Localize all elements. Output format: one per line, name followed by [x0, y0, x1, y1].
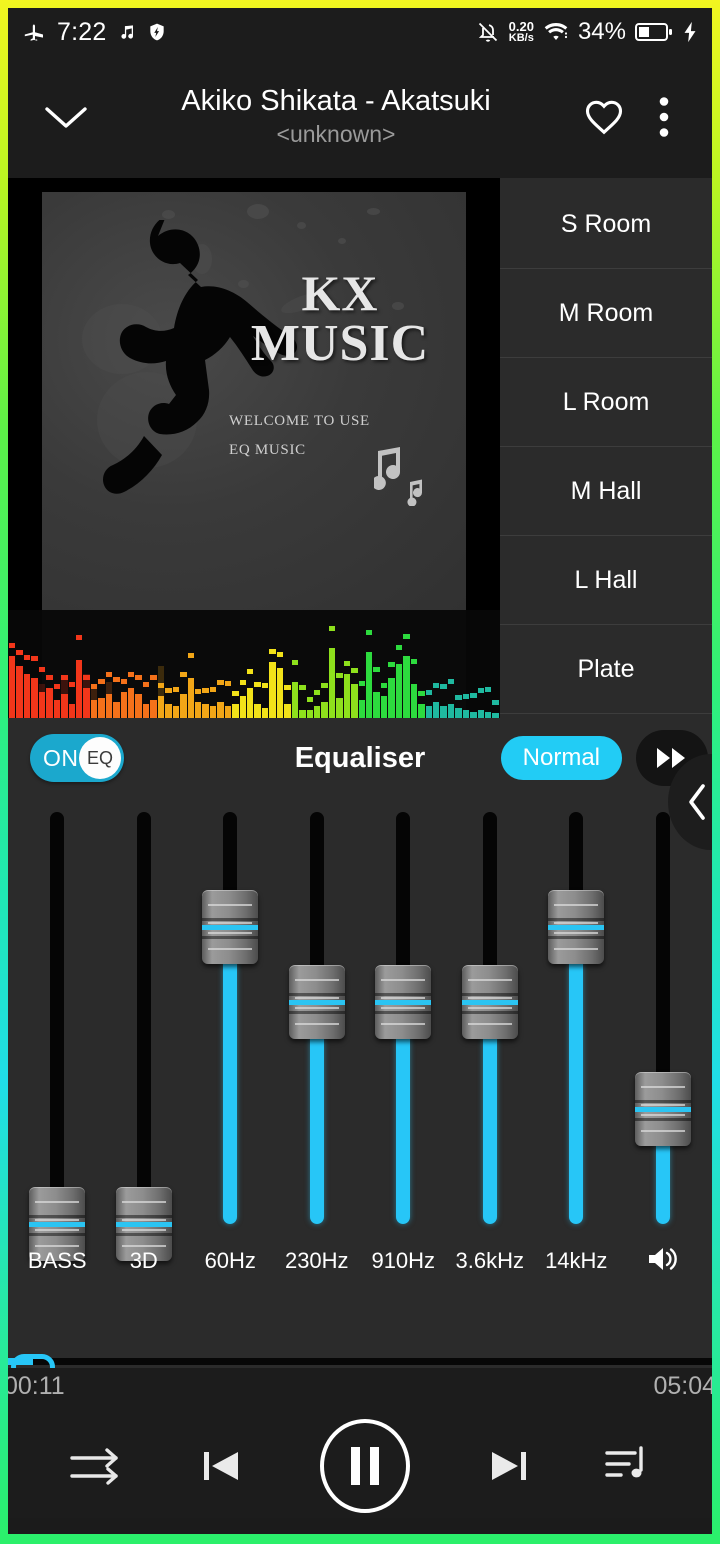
fader-910hz[interactable]: 910Hz: [360, 798, 447, 1290]
eq-power-toggle[interactable]: ON EQ: [30, 734, 124, 782]
more-vertical-icon: [659, 96, 669, 138]
fader-thumb[interactable]: [461, 965, 518, 1039]
fader-label: 60Hz: [204, 1248, 256, 1273]
preset-label: L Room: [562, 387, 650, 416]
collapse-button[interactable]: [34, 100, 98, 134]
fader-3-6khz[interactable]: 3.6kHz: [447, 798, 534, 1290]
preset-label: L Hall: [574, 565, 638, 594]
speaker-icon: [620, 1244, 707, 1280]
page-title: Akiko Shikata - Akatsuki: [181, 85, 491, 117]
fader-fill: [223, 927, 238, 1224]
album-art-area[interactable]: KX MUSIC WELCOME TO USE EQ MUSIC: [8, 178, 500, 718]
phone-bezel: 7:22 0.20 KB/s 34% Akiko Shikata - Akats…: [0, 0, 720, 1544]
visualizer-bars: [8, 610, 500, 718]
playlist-button[interactable]: [603, 1443, 653, 1489]
status-time: 7:22: [57, 17, 107, 46]
status-bar-left: 7:22: [22, 18, 167, 47]
current-time: 00:11: [8, 1372, 65, 1400]
fader-14khz[interactable]: 14kHz: [533, 798, 620, 1290]
current-preset-button[interactable]: Normal: [500, 736, 622, 780]
preset-item-m-room[interactable]: M Room: [500, 269, 712, 358]
heart-outline-icon: [580, 95, 628, 139]
fader-label: BASS: [27, 1248, 87, 1273]
title-bar: Akiko Shikata - Akatsuki <unknown>: [8, 56, 712, 178]
network-speed: 0.20 KB/s: [509, 20, 534, 44]
battery-percent: 34%: [577, 18, 626, 45]
charging-bolt-icon: [682, 21, 698, 43]
preset-item-s-room[interactable]: S Room: [500, 180, 712, 269]
preset-label: Plate: [577, 654, 635, 683]
fader-label: 230Hz: [284, 1248, 349, 1273]
status-bar: 7:22 0.20 KB/s 34%: [8, 8, 712, 56]
fader-thumb[interactable]: [634, 1072, 691, 1146]
battery-icon: [635, 21, 673, 43]
fader-label: 14kHz: [545, 1248, 608, 1273]
fader-thumb[interactable]: [548, 890, 605, 964]
preset-item-l-room[interactable]: L Room: [500, 358, 712, 447]
preset-item-plate[interactable]: Plate: [500, 625, 712, 714]
preset-drawer: S Room M Room L Room M Hall L Hall Plate: [500, 178, 712, 718]
fader-thumb[interactable]: [202, 890, 259, 964]
previous-icon: [198, 1443, 244, 1489]
fader-60hz[interactable]: 60Hz: [187, 798, 274, 1290]
network-speed-unit: KB/s: [508, 32, 534, 44]
artwork-tagline-line1: WELCOME TO USE: [229, 413, 370, 429]
time-row: 00:11 05:04: [8, 1368, 712, 1414]
music-notes-decoration-icon: [374, 442, 434, 506]
fader-label: 3D: [129, 1248, 158, 1273]
fader-230hz[interactable]: 230Hz: [274, 798, 361, 1290]
total-time: 05:04: [653, 1372, 712, 1400]
spectrum-visualizer: [8, 610, 500, 718]
seek-track: [8, 1358, 712, 1365]
artwork-brand: KX MUSIC: [230, 268, 450, 370]
repeat-mode-button[interactable]: [67, 1443, 127, 1489]
pause-icon: [315, 1416, 415, 1516]
airplane-icon: [22, 20, 46, 44]
equaliser-panel: ON EQ Equaliser Normal BASS 3D 60Hz 230Hz 91…: [8, 718, 712, 1354]
favorite-button[interactable]: [574, 95, 634, 139]
chevron-down-icon: [41, 100, 91, 134]
preset-label: M Hall: [570, 476, 642, 505]
fader-label: 910Hz: [371, 1248, 436, 1273]
album-art: KX MUSIC WELCOME TO USE EQ MUSIC: [42, 192, 466, 610]
artwork-and-presets: KX MUSIC WELCOME TO USE EQ MUSIC S Room …: [8, 178, 712, 718]
eq-toggle-state-label: ON: [43, 744, 79, 771]
fader-thumb[interactable]: [288, 965, 345, 1039]
pause-button[interactable]: [315, 1416, 415, 1516]
next-icon: [486, 1443, 532, 1489]
preset-label: S Room: [560, 209, 652, 238]
fader-bass[interactable]: BASS: [14, 798, 101, 1290]
transport-controls: [8, 1414, 712, 1518]
preset-item-m-hall[interactable]: M Hall: [500, 447, 712, 536]
preset-label: M Room: [558, 298, 654, 327]
fader-label: 3.6kHz: [455, 1248, 524, 1273]
previous-button[interactable]: [198, 1443, 244, 1489]
artwork-brand-line1: KX: [301, 265, 379, 321]
fader-track: [50, 812, 65, 1224]
playlist-icon: [603, 1443, 653, 1489]
status-bar-right: 0.20 KB/s 34%: [476, 18, 698, 46]
app-screen: 7:22 0.20 KB/s 34% Akiko Shikata - Akats…: [8, 8, 712, 1534]
shield-icon: [147, 22, 167, 42]
fader-volume[interactable]: [620, 798, 707, 1290]
fader-3d[interactable]: 3D: [101, 798, 188, 1290]
preset-item-l-hall[interactable]: L Hall: [500, 536, 712, 625]
equaliser-faders: BASS 3D 60Hz 230Hz 910Hz 3.6kHz 14kHz: [8, 798, 712, 1290]
equaliser-header: ON EQ Equaliser Normal: [8, 718, 712, 850]
seek-bar[interactable]: [8, 1354, 712, 1380]
artwork-brand-line2: MUSIC: [250, 315, 430, 372]
wifi-icon: [543, 21, 569, 43]
chevron-left-icon: [686, 782, 710, 822]
music-note-icon: [117, 23, 136, 42]
track-info: Akiko Shikata - Akatsuki <unknown>: [98, 86, 574, 148]
next-button[interactable]: [486, 1443, 532, 1489]
track-artist: <unknown>: [276, 121, 396, 148]
repeat-mode-icon: [67, 1443, 127, 1489]
overflow-menu-button[interactable]: [634, 96, 694, 138]
fader-track: [136, 812, 151, 1224]
bell-off-icon: [476, 20, 500, 44]
fader-thumb[interactable]: [375, 965, 432, 1039]
fader-fill: [569, 927, 584, 1224]
eq-toggle-knob: EQ: [79, 737, 121, 779]
